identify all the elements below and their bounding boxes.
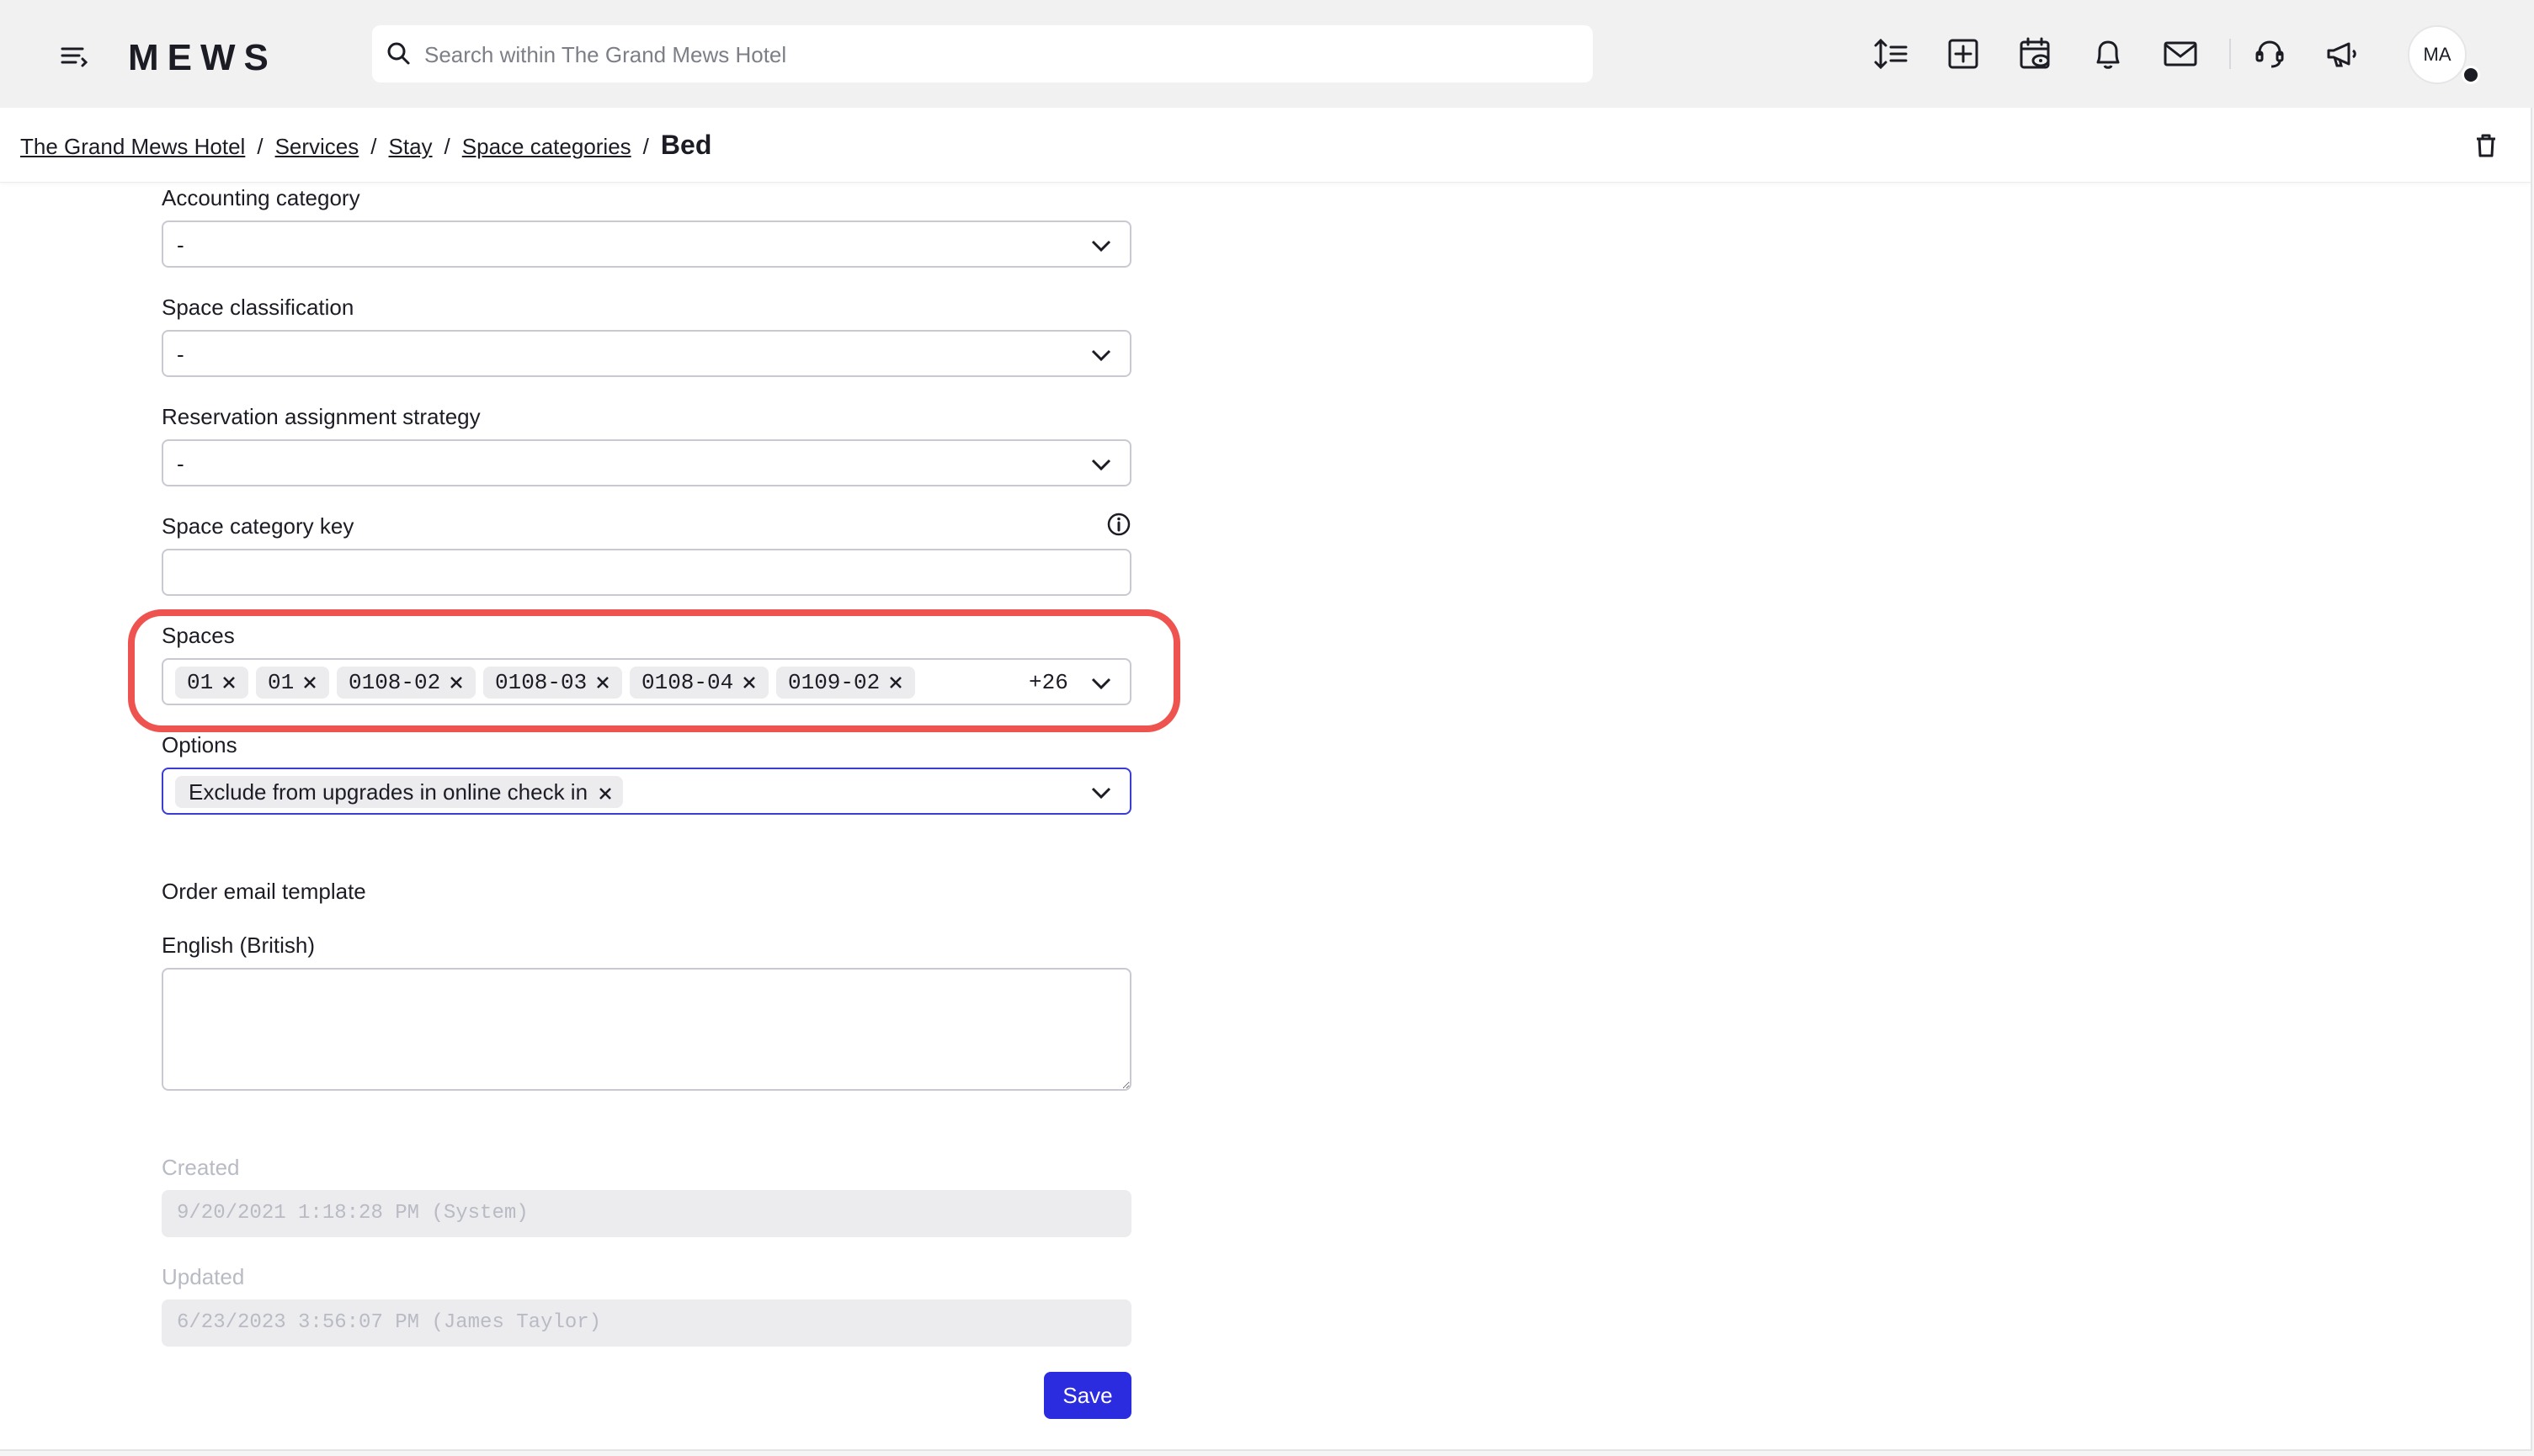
- reservation-assignment-label: Reservation assignment strategy: [162, 404, 481, 429]
- space-chip: 0108-03: [483, 667, 623, 699]
- english-british-label: English (British): [162, 933, 316, 958]
- breadcrumb-bar: The Grand Mews Hotel / Services / Stay / Space…: [0, 108, 2531, 183]
- option-chip-label: Exclude from upgrades in online check in: [189, 779, 588, 805]
- accounting-category-select[interactable]: -: [162, 221, 1131, 268]
- close-icon[interactable]: [598, 786, 613, 801]
- space-chip-label: 0108-04: [641, 670, 734, 695]
- space-chip: 0109-02: [776, 667, 916, 699]
- header-divider: [2229, 39, 2231, 69]
- space-chip: 0108-02: [337, 667, 476, 699]
- search-bar[interactable]: [372, 25, 1593, 82]
- chevron-down-icon[interactable]: [1089, 453, 1113, 476]
- menu-icon[interactable]: [57, 39, 91, 72]
- close-icon[interactable]: [449, 675, 464, 690]
- status-dot: [2462, 66, 2480, 84]
- breadcrumb-space-categories[interactable]: Space categories: [462, 134, 631, 159]
- announcements-icon[interactable]: [2322, 34, 2362, 74]
- close-icon[interactable]: [221, 675, 237, 690]
- user-avatar[interactable]: MA: [2408, 25, 2467, 84]
- spaces-label: Spaces: [162, 623, 235, 648]
- options-multiselect[interactable]: Exclude from upgrades in online check in: [162, 768, 1131, 815]
- close-icon[interactable]: [742, 675, 757, 690]
- updated-label: Updated: [162, 1264, 245, 1289]
- space-chip-label: 0108-02: [349, 670, 441, 695]
- updated-value: 6/23/2023 3:56:07 PM (James Taylor): [177, 1311, 602, 1334]
- breadcrumb-stay[interactable]: Stay: [389, 134, 433, 159]
- created-value: 9/20/2021 1:18:28 PM (System): [177, 1202, 529, 1225]
- mews-logo[interactable]: MEWS: [128, 37, 277, 79]
- reservation-assignment-value: -: [177, 451, 184, 476]
- space-chip-label: 01: [187, 670, 214, 695]
- info-icon[interactable]: [1106, 512, 1131, 537]
- accounting-category-label: Accounting category: [162, 185, 360, 210]
- space-classification-label: Space classification: [162, 295, 354, 320]
- breadcrumb-services[interactable]: Services: [275, 134, 359, 159]
- reservation-assignment-select[interactable]: -: [162, 439, 1131, 486]
- chevron-down-icon[interactable]: [1089, 343, 1113, 367]
- space-chip: 0108-04: [630, 667, 769, 699]
- close-icon[interactable]: [595, 675, 610, 690]
- options-label: Options: [162, 732, 237, 757]
- breadcrumb-separator: /: [370, 134, 377, 159]
- space-category-key-label: Space category key: [162, 513, 354, 539]
- chevron-down-icon[interactable]: [1089, 781, 1113, 805]
- density-icon[interactable]: [1871, 34, 1911, 74]
- bell-icon[interactable]: [2088, 34, 2128, 74]
- mail-icon[interactable]: [2160, 34, 2201, 74]
- support-icon[interactable]: [2249, 34, 2290, 74]
- breadcrumb-separator: /: [642, 134, 649, 159]
- order-email-template-heading: Order email template: [162, 879, 366, 904]
- search-icon: [387, 42, 410, 65]
- breadcrumb-hotel[interactable]: The Grand Mews Hotel: [20, 134, 245, 159]
- calendar-view-icon[interactable]: [2015, 34, 2056, 74]
- chevron-down-icon[interactable]: [1089, 672, 1113, 695]
- save-button[interactable]: Save: [1044, 1372, 1131, 1419]
- created-field: 9/20/2021 1:18:28 PM (System): [162, 1190, 1131, 1237]
- add-icon[interactable]: [1943, 34, 1983, 74]
- close-icon[interactable]: [888, 675, 903, 690]
- option-chip: Exclude from upgrades in online check in: [175, 776, 624, 808]
- space-category-key-input[interactable]: [162, 549, 1131, 596]
- breadcrumb: The Grand Mews Hotel / Services / Stay / Space…: [20, 130, 711, 161]
- close-icon[interactable]: [302, 675, 317, 690]
- breadcrumb-separator: /: [444, 134, 450, 159]
- spaces-multiselect[interactable]: 01 01 0108-02 0108-03 0108-04 0109-02 +2…: [162, 658, 1131, 705]
- more-spaces-count[interactable]: +26: [1029, 670, 1068, 695]
- top-bar: MEWS MA: [0, 0, 2534, 108]
- space-chip: 01: [175, 667, 249, 699]
- space-chip-label: 0109-02: [788, 670, 881, 695]
- breadcrumb-separator: /: [257, 134, 264, 159]
- space-chip-label: 0108-03: [495, 670, 588, 695]
- space-chip: 01: [256, 667, 330, 699]
- created-label: Created: [162, 1155, 240, 1180]
- trash-icon[interactable]: [2472, 131, 2500, 160]
- order-email-template-textarea[interactable]: [162, 968, 1131, 1091]
- updated-field: 6/23/2023 3:56:07 PM (James Taylor): [162, 1299, 1131, 1347]
- accounting-category-value: -: [177, 232, 184, 258]
- breadcrumb-current: Bed: [660, 130, 712, 160]
- search-input[interactable]: [423, 34, 1571, 76]
- space-classification-select[interactable]: -: [162, 330, 1131, 377]
- space-classification-value: -: [177, 342, 184, 367]
- chevron-down-icon[interactable]: [1089, 234, 1113, 258]
- space-chip-label: 01: [268, 670, 295, 695]
